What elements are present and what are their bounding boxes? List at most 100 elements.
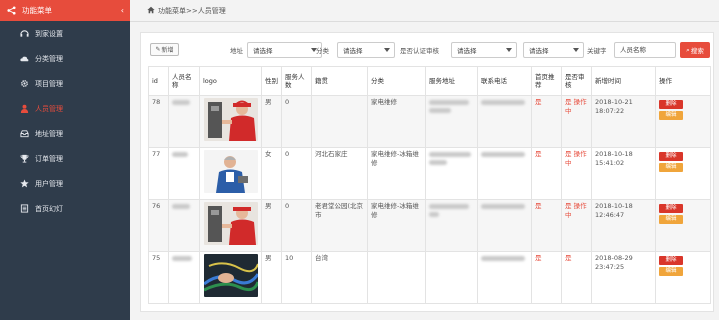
sidebar-header[interactable]: 功能菜单 ‹ bbox=[0, 0, 130, 21]
cell-name bbox=[168, 147, 200, 200]
sidebar-item-project[interactable]: 项目管理 bbox=[0, 71, 130, 96]
chevron-down-icon bbox=[506, 48, 512, 52]
certified-filter-label: 是否认证审核 bbox=[400, 47, 439, 55]
cell-origin: 老君堂公园(北京市 bbox=[311, 199, 368, 252]
edit-button[interactable]: 编辑 bbox=[659, 267, 683, 276]
cell-actions: 删除 编辑 bbox=[655, 147, 711, 200]
cell-category: 家电维修-冰箱维修 bbox=[367, 147, 426, 200]
cell-phone bbox=[477, 251, 532, 304]
chevron-left-icon: ‹ bbox=[120, 6, 124, 15]
cell-served: 0 bbox=[281, 147, 312, 200]
cell-recommend: 是 bbox=[531, 199, 562, 252]
cell-id: 78 bbox=[148, 95, 169, 148]
col-name[interactable]: 人员名称 bbox=[168, 66, 200, 96]
col-category[interactable]: 分类 bbox=[367, 66, 426, 96]
cell-address bbox=[425, 251, 478, 304]
category-select[interactable]: 请选择 bbox=[337, 42, 395, 58]
cell-category: 家电维修 bbox=[367, 95, 426, 148]
col-phone[interactable]: 联系电话 bbox=[477, 66, 532, 96]
cell-actions: 删除 编辑 bbox=[655, 199, 711, 252]
staff-photo bbox=[204, 254, 258, 297]
keyword-label: 关键字 bbox=[587, 47, 607, 55]
col-id[interactable]: id bbox=[148, 66, 169, 96]
cell-logo bbox=[199, 147, 262, 200]
sidebar-item-label: 分类管理 bbox=[35, 54, 63, 63]
cell-gender: 男 bbox=[261, 199, 282, 252]
cell-served: 0 bbox=[281, 199, 312, 252]
search-button[interactable]: ⌕ 搜索 bbox=[680, 42, 710, 58]
col-address[interactable]: 服务地址 bbox=[425, 66, 478, 96]
cell-audit: 是 bbox=[561, 251, 592, 304]
home-icon[interactable] bbox=[147, 6, 155, 16]
col-logo[interactable]: logo bbox=[199, 66, 262, 96]
cell-served: 0 bbox=[281, 95, 312, 148]
cloud-icon bbox=[19, 54, 29, 64]
cell-phone bbox=[477, 95, 532, 148]
breadcrumb-text: 功能菜单>>人员管理 bbox=[158, 7, 226, 15]
headset-icon bbox=[19, 29, 29, 39]
cell-logo bbox=[199, 199, 262, 252]
table-row: 77 女 0 河北石家庄 家电维修-冰箱维修 是 是 操作中 2018-10-1… bbox=[148, 147, 711, 200]
delete-button[interactable]: 删除 bbox=[659, 152, 683, 161]
sidebar-item-label: 人员管理 bbox=[35, 104, 63, 113]
sidebar-header-label: 功能菜单 bbox=[22, 6, 52, 15]
divider bbox=[130, 21, 719, 22]
edit-button[interactable]: 编辑 bbox=[659, 163, 683, 172]
edit-button[interactable]: 编辑 bbox=[659, 215, 683, 224]
add-button[interactable]: ✎ 新增 bbox=[150, 43, 179, 56]
sidebar-item-address[interactable]: 地址管理 bbox=[0, 121, 130, 146]
cell-phone bbox=[477, 199, 532, 252]
cell-time: 2018-10-21 18:07:22 bbox=[591, 95, 656, 148]
cell-actions: 删除 编辑 bbox=[655, 251, 711, 304]
cell-time: 2018-10-18 15:41:02 bbox=[591, 147, 656, 200]
chevron-down-icon bbox=[573, 48, 579, 52]
col-time[interactable]: 新增时间 bbox=[591, 66, 656, 96]
cell-id: 76 bbox=[148, 199, 169, 252]
breadcrumb: 功能菜单>>人员管理 bbox=[147, 6, 226, 16]
certified-select[interactable]: 请选择 bbox=[451, 42, 517, 58]
table-row: 78 男 0 家电维修 是 是 操作中 2018-10-21 18:07:22 … bbox=[148, 95, 711, 148]
edit-button[interactable]: 编辑 bbox=[659, 111, 683, 120]
col-served[interactable]: 服务人数 bbox=[281, 66, 312, 96]
col-audit[interactable]: 是否审核 bbox=[561, 66, 592, 96]
cell-served: 10 bbox=[281, 251, 312, 304]
address-filter-label: 地址 bbox=[230, 47, 243, 55]
edit-icon: ✎ bbox=[155, 46, 161, 53]
sidebar-item-category[interactable]: 分类管理 bbox=[0, 46, 130, 71]
search-icon: ⌕ bbox=[686, 45, 690, 54]
staff-table: id 人员名称 logo 性别 服务人数 籍贯 分类 服务地址 联系电话 首页推… bbox=[148, 66, 711, 304]
cell-gender: 男 bbox=[261, 95, 282, 148]
sidebar: 功能菜单 ‹ 到家设置 分类管理 项目管理 人员管理 地址管理 订单管理 用户管… bbox=[0, 0, 130, 320]
delete-button[interactable]: 删除 bbox=[659, 100, 683, 109]
cell-phone bbox=[477, 147, 532, 200]
cell-category bbox=[367, 251, 426, 304]
keyword-input[interactable] bbox=[614, 42, 676, 58]
sidebar-item-orders[interactable]: 订单管理 bbox=[0, 146, 130, 171]
sidebar-item-label: 首页幻灯 bbox=[35, 204, 63, 213]
chevron-down-icon bbox=[384, 48, 390, 52]
sidebar-item-users[interactable]: 用户管理 bbox=[0, 171, 130, 196]
doc-icon bbox=[19, 204, 29, 214]
sidebar-item-label: 用户管理 bbox=[35, 179, 63, 188]
audit-select[interactable]: 请选择 bbox=[523, 42, 584, 58]
staff-panel: ✎新增 地址 请选择 分类 请选择 是否认证审核 请选择 请选择 关键字 ⌕搜索 bbox=[140, 32, 714, 312]
cell-actions: 删除 编辑 bbox=[655, 95, 711, 148]
sidebar-item-slides[interactable]: 首页幻灯 bbox=[0, 196, 130, 221]
table-row: 76 男 0 老君堂公园(北京市 家电维修-冰箱维修 是 是 操作中 2018-… bbox=[148, 199, 711, 252]
user-icon bbox=[19, 104, 29, 114]
staff-photo bbox=[204, 150, 258, 193]
delete-button[interactable]: 删除 bbox=[659, 256, 683, 265]
col-gender[interactable]: 性别 bbox=[261, 66, 282, 96]
delete-button[interactable]: 删除 bbox=[659, 204, 683, 213]
cell-origin bbox=[311, 95, 368, 148]
col-recommend[interactable]: 首页推荐 bbox=[531, 66, 562, 96]
cell-logo bbox=[199, 95, 262, 148]
sidebar-item-staff[interactable]: 人员管理 bbox=[0, 96, 130, 121]
sidebar-item-label: 订单管理 bbox=[35, 154, 63, 163]
col-origin[interactable]: 籍贯 bbox=[311, 66, 368, 96]
cell-time: 2018-08-29 23:47:25 bbox=[591, 251, 656, 304]
sidebar-item-home-settings[interactable]: 到家设置 bbox=[0, 21, 130, 46]
cell-recommend: 是 bbox=[531, 147, 562, 200]
sidebar-item-label: 地址管理 bbox=[35, 129, 63, 138]
address-select[interactable]: 请选择 bbox=[247, 42, 322, 58]
